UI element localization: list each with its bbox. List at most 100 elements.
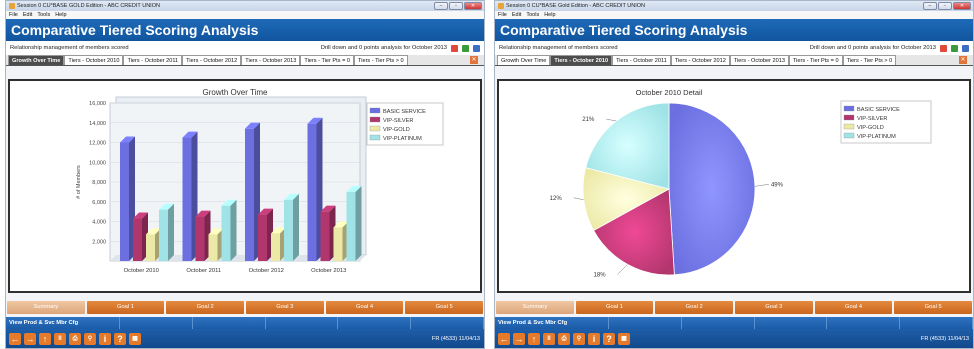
close-icon[interactable]: ✕ — [464, 2, 482, 10]
x-tick-label: October 2013 — [311, 268, 346, 274]
bar — [258, 214, 267, 261]
minimize-icon[interactable]: – — [434, 2, 448, 10]
tab-tiers-oct-2011[interactable]: Tiers - October 2011 — [612, 55, 671, 65]
tab-tiers-oct-2013[interactable]: Tiers - October 2013 — [241, 55, 301, 65]
close-tab-icon[interactable]: ✕ — [959, 56, 967, 64]
forward-icon[interactable]: → — [24, 332, 36, 345]
menu-help[interactable]: Help — [55, 11, 66, 19]
window-titlebar: Session 0 CU*BASE Gold Edition - ABC CRE… — [495, 1, 973, 11]
goal-4-button[interactable]: Goal 4 — [325, 301, 404, 314]
tab-tier-pts-positive[interactable]: Tiers - Tier Pts > 0 — [354, 55, 408, 65]
view-prod-svc-button[interactable]: View Prod & Svc Mbr Cfg — [6, 317, 121, 329]
window-title: Session 0 CU*BASE Gold Edition - ABC CRE… — [506, 3, 645, 9]
function-slot — [193, 317, 266, 329]
view-prod-svc-button[interactable]: View Prod & Svc Mbr Cfg — [495, 317, 610, 329]
legend-swatch — [843, 132, 855, 139]
forward-icon[interactable]: → — [513, 332, 525, 345]
summary-button[interactable]: Summary — [7, 301, 85, 314]
subheader: Relationship management of members score… — [495, 41, 973, 55]
minimize-icon[interactable]: – — [923, 2, 937, 10]
status-text: FR (4533) 11/04/13 — [431, 335, 480, 342]
goal-3-button[interactable]: Goal 3 — [246, 301, 324, 314]
tab-tiers-oct-2010[interactable]: Tiers - October 2010 — [550, 55, 613, 65]
menu-help[interactable]: Help — [544, 11, 555, 19]
back-icon[interactable]: ← — [9, 332, 21, 345]
restore-icon[interactable]: ▫ — [938, 2, 952, 10]
legend-label: BASIC SERVICE — [383, 109, 426, 115]
excel-icon[interactable] — [951, 44, 958, 52]
menu-tools[interactable]: Tools — [526, 11, 539, 19]
back-icon[interactable]: ← — [498, 332, 510, 345]
legend-label: VIP-GOLD — [857, 125, 884, 131]
tab-tiers-oct-2012[interactable]: Tiers - October 2012 — [182, 55, 242, 65]
info-icon[interactable]: i — [588, 332, 600, 345]
window-growth-over-time: Session 0 CU*BASE GOLD Edition - ABC CRE… — [5, 0, 485, 349]
goal-4-button[interactable]: Goal 4 — [814, 301, 893, 314]
goal-5-button[interactable]: Goal 5 — [405, 301, 484, 314]
bar — [120, 142, 129, 261]
menu-tools[interactable]: Tools — [37, 11, 50, 19]
menu-file[interactable]: File — [9, 11, 18, 19]
pdf-icon[interactable] — [451, 44, 458, 52]
tab-growth-over-time[interactable]: Growth Over Time — [497, 55, 551, 65]
y-tick-label: 14,000 — [89, 121, 106, 127]
function-slot — [609, 317, 682, 329]
goal-5-button[interactable]: Goal 5 — [894, 301, 973, 314]
print-icon[interactable]: ⎙ — [69, 332, 81, 345]
grid-icon[interactable]: ▦ — [618, 332, 630, 345]
growth-bar-chart: Growth Over Time 2,000 4,000 6,000 8,000 10,0… — [76, 88, 444, 274]
tab-tiers-oct-2010[interactable]: Tiers - October 2010 — [64, 55, 124, 65]
grid-icon[interactable]: ▦ — [129, 332, 141, 345]
legend-label: VIP-GOLD — [383, 127, 410, 133]
help-icon[interactable]: ? — [114, 332, 126, 345]
save-icon[interactable] — [473, 44, 480, 52]
close-tab-icon[interactable]: ✕ — [470, 56, 478, 64]
menu-edit[interactable]: Edit — [23, 11, 32, 19]
nav-bar: ← → ↑ II ⎙ ⚲ i ? ▦ FR (4533) 11/04/13 — [495, 329, 973, 348]
help-icon[interactable]: ? — [603, 332, 615, 345]
pdf-icon[interactable] — [940, 44, 947, 52]
tab-tiers-oct-2011[interactable]: Tiers - October 2011 — [123, 55, 183, 65]
page-title: Comparative Tiered Scoring Analysis — [6, 19, 484, 41]
bar — [208, 234, 218, 261]
save-icon[interactable] — [962, 44, 969, 52]
summary-button[interactable]: Summary — [496, 301, 574, 314]
restore-icon[interactable]: ▫ — [449, 2, 463, 10]
pause-icon[interactable]: II — [54, 332, 66, 345]
pie-leader-line — [606, 118, 617, 122]
bar — [146, 234, 155, 261]
goal-2-button[interactable]: Goal 2 — [166, 301, 245, 314]
page-title: Comparative Tiered Scoring Analysis — [495, 19, 973, 41]
up-icon[interactable]: ↑ — [39, 332, 51, 345]
tab-tier-pts-positive[interactable]: Tiers - Tier Pts > 0 — [842, 55, 897, 65]
y-tick-label: 2,000 — [92, 239, 106, 245]
y-tick-label: 4,000 — [92, 220, 106, 226]
goal-2-button[interactable]: Goal 2 — [655, 301, 734, 314]
tab-tier-pts-zero[interactable]: Tiers - Tier Pts = 0 — [300, 55, 354, 65]
tab-tier-pts-zero[interactable]: Tiers - Tier Pts = 0 — [788, 55, 843, 65]
link-icon[interactable]: ⚲ — [573, 332, 585, 345]
pause-icon[interactable]: II — [543, 332, 555, 345]
legend-label: VIP-PLATINUM — [383, 136, 422, 142]
goal-3-button[interactable]: Goal 3 — [735, 301, 813, 314]
tab-tiers-oct-2012[interactable]: Tiers - October 2012 — [670, 55, 730, 65]
close-icon[interactable]: ✕ — [953, 2, 971, 10]
bar — [133, 218, 142, 261]
drill-text: Drill down and 0 points analysis for Oct… — [809, 45, 936, 51]
print-icon[interactable]: ⎙ — [558, 332, 570, 345]
tab-tiers-oct-2013[interactable]: Tiers - October 2013 — [729, 55, 789, 65]
info-icon[interactable]: i — [99, 332, 111, 345]
up-icon[interactable]: ↑ — [528, 332, 540, 345]
legend-swatch — [843, 123, 855, 130]
tab-growth-over-time[interactable]: Growth Over Time — [8, 55, 65, 65]
goal-1-button[interactable]: Goal 1 — [86, 301, 165, 314]
menu-file[interactable]: File — [498, 11, 507, 19]
function-bar: View Prod & Svc Mbr Cfg — [495, 317, 973, 329]
chart-panel: October 2010 Detail 49% 18% 12% 21% BASIC SER… — [497, 79, 971, 293]
excel-icon[interactable] — [462, 44, 469, 52]
menu-edit[interactable]: Edit — [512, 11, 521, 19]
goal-1-button[interactable]: Goal 1 — [575, 301, 654, 314]
link-icon[interactable]: ⚲ — [84, 332, 96, 345]
goal-buttons: Summary Goal 1 Goal 2 Goal 3 Goal 4 Goal… — [495, 301, 973, 315]
x-tick-label: October 2012 — [249, 268, 284, 274]
